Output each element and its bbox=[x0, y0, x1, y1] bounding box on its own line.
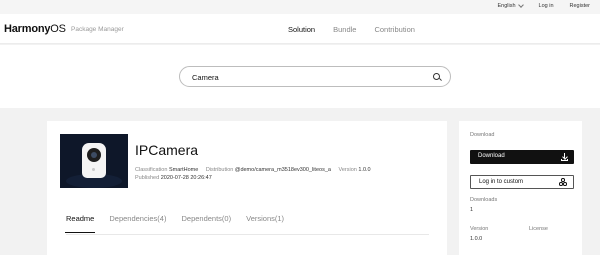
sidebar-version-label: Version bbox=[470, 226, 489, 232]
tab-dependencies[interactable]: Dependencies(4) bbox=[109, 214, 166, 223]
package-card: IPCamera Classification SmartHome Distri… bbox=[47, 121, 447, 255]
main-nav: Solution Bundle Contribution bbox=[288, 25, 415, 46]
download-icon bbox=[561, 153, 568, 161]
tabs-divider bbox=[66, 234, 429, 235]
search-input[interactable] bbox=[192, 71, 422, 83]
camera-icon bbox=[82, 143, 106, 178]
search-section bbox=[0, 45, 600, 108]
classification-value: SmartHome bbox=[168, 167, 199, 173]
top-utility-bar: English Log in Register bbox=[0, 0, 600, 14]
package-manager-label: Package Manager bbox=[71, 26, 124, 33]
tab-dependents[interactable]: Dependents(0) bbox=[181, 214, 231, 223]
version-value: 1.0.0 bbox=[358, 167, 371, 173]
language-label: English bbox=[497, 3, 516, 9]
chevron-down-icon bbox=[517, 2, 524, 8]
published-label: Published bbox=[135, 175, 160, 181]
package-thumbnail bbox=[60, 134, 128, 188]
brand-name: Harmony bbox=[4, 23, 51, 35]
package-meta: Classification SmartHome Distribution @d… bbox=[135, 166, 377, 182]
nav-solution[interactable]: Solution bbox=[288, 25, 316, 46]
published-value: 2020-07-28 20:26:47 bbox=[160, 175, 212, 181]
brand-os: OS bbox=[50, 23, 66, 35]
harmonyos-logo[interactable]: HarmonyOS bbox=[4, 23, 66, 35]
login-link[interactable]: Log in bbox=[539, 3, 554, 9]
login-to-custom-button[interactable]: Log in to custom bbox=[470, 175, 574, 189]
download-heading: Download bbox=[470, 132, 495, 138]
language-selector[interactable]: English bbox=[497, 2, 524, 9]
tab-versions[interactable]: Versions(1) bbox=[246, 214, 284, 223]
search-icon[interactable] bbox=[433, 73, 440, 80]
download-button-label: Download bbox=[478, 153, 505, 159]
sidebar-version-value: 1.0.0 bbox=[470, 236, 483, 242]
classification-label: Classification bbox=[135, 167, 168, 173]
main-header: HarmonyOS Package Manager Solution Bundl… bbox=[0, 14, 600, 46]
search-box bbox=[179, 66, 451, 87]
download-sidebar: Download Download Log in to custom Downl… bbox=[459, 121, 582, 255]
top-links: English Log in Register bbox=[497, 2, 590, 9]
package-tabs: Readme Dependencies(4) Dependents(0) Ver… bbox=[64, 214, 284, 233]
distribution-value: @demo/camera_m3518ev300_liteos_a bbox=[234, 167, 331, 173]
version-label: Version bbox=[338, 167, 357, 173]
downloads-label: Downloads bbox=[470, 197, 498, 203]
register-link[interactable]: Register bbox=[570, 3, 590, 9]
camera-led bbox=[92, 168, 95, 171]
login-button-label: Log in to custom bbox=[479, 179, 524, 185]
distribution-label: Distribution bbox=[205, 167, 234, 173]
nav-contribution[interactable]: Contribution bbox=[374, 25, 414, 34]
license-label: License bbox=[529, 226, 548, 232]
nav-bundle[interactable]: Bundle bbox=[333, 25, 356, 34]
download-button[interactable]: Download bbox=[470, 150, 574, 164]
nodes-icon bbox=[559, 178, 567, 186]
package-title: IPCamera bbox=[135, 142, 199, 158]
camera-lens bbox=[87, 148, 101, 162]
tab-readme[interactable]: Readme bbox=[64, 214, 96, 233]
downloads-value: 1 bbox=[470, 207, 474, 213]
